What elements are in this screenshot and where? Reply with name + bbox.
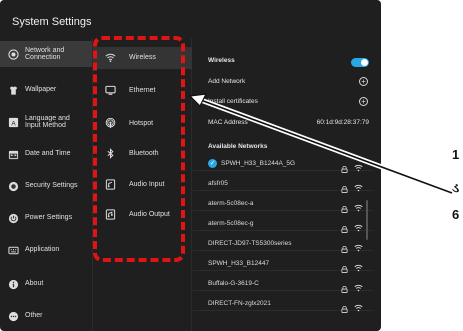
sidebar-item-application[interactable]: Application xyxy=(0,237,92,263)
sidebar-item-security-settings[interactable]: Security Settings xyxy=(0,173,92,199)
lock-icon xyxy=(341,180,348,193)
sidebar-item-label: Wallpaper xyxy=(25,86,57,94)
network-name: SPWH_H33_B12447 xyxy=(208,260,270,267)
sidebar-item-label: Date and Time xyxy=(25,150,71,158)
network-row[interactable]: DIRECT-FN-zglx2021 xyxy=(193,295,373,313)
settings-window: System Settings Network and Connection Wa… xyxy=(0,0,381,331)
network-name: DIRECT-JD97-TS5300series xyxy=(208,240,292,247)
network-row[interactable]: aterm-5c08ec-g xyxy=(193,215,373,233)
security-icon xyxy=(7,180,19,192)
sidebar-item-network-and-connection[interactable]: Network and Connection xyxy=(0,41,92,67)
wireless-toggle[interactable] xyxy=(351,58,369,67)
wifi-signal-icon xyxy=(354,239,363,252)
side-text-line-2: ડ xyxy=(452,180,460,195)
lock-icon xyxy=(341,160,348,173)
wifi-signal-icon xyxy=(354,179,363,192)
sidebar-item-label: Power Settings xyxy=(25,214,73,222)
add-circle-icon: + xyxy=(359,97,368,106)
side-text-line-1: 1 xyxy=(452,147,460,162)
sidebar-item-label: About xyxy=(25,280,44,288)
sidebar-item-label: Language and Input Method xyxy=(25,114,70,130)
network-name: aterm-5c08ec-g xyxy=(208,220,254,227)
available-networks-label: Available Networks xyxy=(208,143,268,150)
wifi-signal-icon xyxy=(354,199,363,212)
lock-icon xyxy=(341,280,348,293)
wireless-toggle-row[interactable]: Wireless xyxy=(193,53,379,69)
wifi-signal-icon xyxy=(354,279,363,292)
sidebar-item-other[interactable]: Other xyxy=(0,303,92,329)
shirt-icon xyxy=(7,84,19,96)
network-name: DIRECT-FN-zglx2021 xyxy=(208,300,271,307)
wireless-label: Wireless xyxy=(208,57,235,64)
mac-address-value: 60:1d:9d:28:37:79 xyxy=(316,119,369,126)
network-row[interactable]: aterm-5c08ec-a xyxy=(193,195,373,213)
connected-check-icon: ✓ xyxy=(208,159,217,168)
lock-icon xyxy=(341,220,348,233)
more-icon xyxy=(7,310,19,322)
power-icon xyxy=(7,212,19,224)
network-row[interactable]: SPWH_H33_B12447 xyxy=(193,255,373,273)
wifi-signal-icon xyxy=(354,159,363,172)
sidebar-item-label: Application xyxy=(25,246,60,254)
window-title: System Settings xyxy=(12,16,92,28)
calendar-icon xyxy=(7,148,19,160)
svg-text:A: A xyxy=(11,120,16,127)
wifi-signal-icon xyxy=(354,299,363,312)
mac-address-label: MAC Address xyxy=(208,119,248,126)
network-name: aterm-5c08ec-a xyxy=(208,200,254,207)
scrollbar[interactable] xyxy=(366,200,368,240)
add-network-row[interactable]: Add Network + xyxy=(193,74,379,90)
globe-icon xyxy=(7,48,19,60)
network-row[interactable]: DIRECT-JD97-TS5300series xyxy=(193,235,373,253)
info-icon xyxy=(7,278,19,290)
mac-address-row: MAC Address 60:1d:9d:28:37:79 xyxy=(193,115,379,131)
sidebar-item-wallpaper[interactable]: Wallpaper xyxy=(0,77,92,103)
network-row[interactable]: Buffalo-G-3619-C xyxy=(193,275,373,293)
lock-icon xyxy=(341,300,348,313)
dashed-highlight-box xyxy=(93,36,185,262)
lock-icon xyxy=(341,200,348,213)
wifi-signal-icon xyxy=(354,259,363,272)
sidebar-item-date-and-time[interactable]: Date and Time xyxy=(0,141,92,167)
available-networks-header: Available Networks xyxy=(193,139,379,155)
wireless-detail-panel: Wireless Add Network + Install certifica… xyxy=(193,38,381,331)
side-text-line-3: 6 xyxy=(452,207,460,222)
network-row[interactable]: ✓ SPWH_H33_B1244A_5G xyxy=(193,155,373,173)
category-sidebar: Network and Connection Wallpaper A Language… xyxy=(0,38,92,331)
sidebar-item-label: Other xyxy=(25,312,43,320)
language-icon: A xyxy=(7,116,19,128)
lock-icon xyxy=(341,260,348,273)
wifi-signal-icon xyxy=(354,219,363,232)
sidebar-item-language-and-input-method[interactable]: A Language and Input Method xyxy=(0,109,92,135)
sidebar-item-label: Network and Connection xyxy=(25,46,65,62)
network-name: afsfr05 xyxy=(208,180,228,187)
network-name: Buffalo-G-3619-C xyxy=(208,280,259,287)
network-row[interactable]: afsfr05 xyxy=(193,175,373,193)
sidebar-item-power-settings[interactable]: Power Settings xyxy=(0,205,92,231)
install-certificates-row[interactable]: Install certificates + xyxy=(193,94,379,110)
lock-icon xyxy=(341,240,348,253)
install-certificates-label: Install certificates xyxy=(208,98,258,105)
network-name: SPWH_H33_B1244A_5G xyxy=(221,160,296,167)
keyboard-icon xyxy=(7,244,19,256)
sidebar-item-label: Security Settings xyxy=(25,182,78,190)
add-circle-icon: + xyxy=(359,77,368,86)
sidebar-item-about[interactable]: About xyxy=(0,271,92,297)
add-network-label: Add Network xyxy=(208,78,246,85)
